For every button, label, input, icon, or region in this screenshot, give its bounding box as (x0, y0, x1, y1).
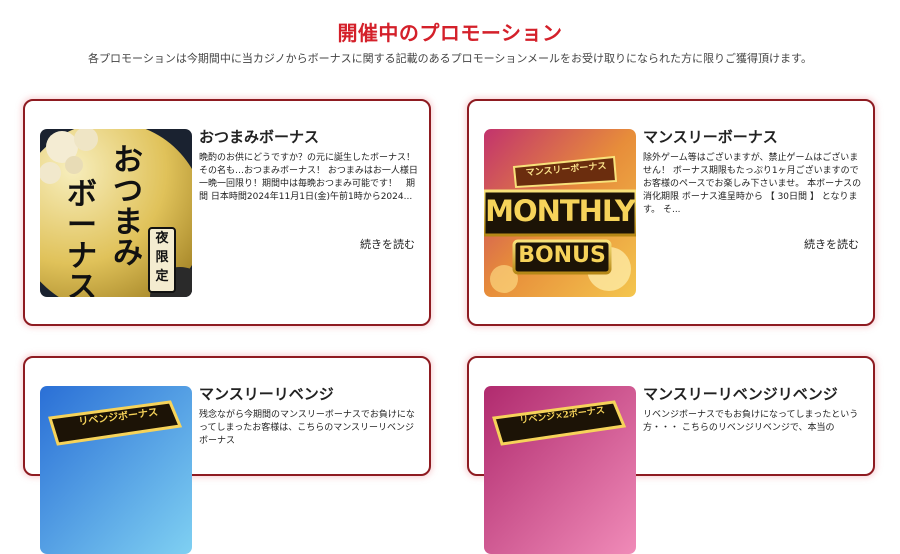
monthly-image-sub: BONUS (518, 243, 606, 268)
promo-title: マンスリーリベンジリベンジ (643, 385, 838, 403)
otsumami-image-text-1: おつまみ (113, 143, 143, 271)
promo-image-monthly[interactable]: マンスリーボーナス MONTHLY BONUS (484, 129, 636, 297)
promo-title: マンスリーボーナス (643, 128, 778, 146)
promo-image-revenge[interactable]: リベンジボーナス (40, 386, 192, 554)
promo-description: 晩酌のお供にどうですか？の元に誕生したボーナス！ その名も…おつまみボーナス！ … (199, 153, 418, 202)
promo-image-revenge-revenge[interactable]: リベンジ×2ボーナス (484, 386, 636, 554)
promo-description: 除外ゲーム等はございますが、禁止ゲームはございません！ ボーナス期限もたっぷり1… (643, 153, 862, 215)
otsumami-night-badge: 夜限定 (148, 227, 176, 293)
page-subtitle: 各プロモーションは今期間中に当カジノからボーナスに関する記載のあるプロモーション… (88, 52, 812, 65)
promo-card-revenge-revenge[interactable]: リベンジ×2ボーナス マンスリーリベンジリベンジ リベンジボーナスでもお負けにな… (467, 356, 875, 554)
promo-card-monthly[interactable]: マンスリーボーナス MONTHLY BONUS マンスリーボーナス 除外ゲーム等… (467, 99, 875, 326)
page-title: 開催中のプロモーション (337, 21, 563, 45)
promo-description: 残念ながら今期間のマンスリーボーナスでお負けになってしまったお客様は、こちらのマ… (199, 410, 415, 446)
promo-card-otsumami[interactable]: おつまみ ボーナス 夜限定 おつまみボーナス 晩酌のお供にどうですか？の元に誕生… (23, 99, 431, 326)
promo-card-monthly-revenge[interactable]: リベンジボーナス マンスリーリベンジ 残念ながら今期間のマンスリーボーナスでお負… (23, 356, 431, 554)
otsumami-image-text-2: ボーナス (67, 177, 97, 297)
promo-image-otsumami[interactable]: おつまみ ボーナス 夜限定 (40, 129, 192, 297)
promo-title: おつまみボーナス (199, 128, 320, 146)
promo-title: マンスリーリベンジ (199, 385, 334, 403)
read-more-link[interactable]: 続きを読む (804, 236, 859, 252)
monthly-image-main: MONTHLY (485, 194, 636, 228)
promo-description: リベンジボーナスでもお負けになってしまったという方・・・ こちらのリベンジリベン… (643, 410, 859, 433)
read-more-link[interactable]: 続きを読む (360, 236, 415, 252)
